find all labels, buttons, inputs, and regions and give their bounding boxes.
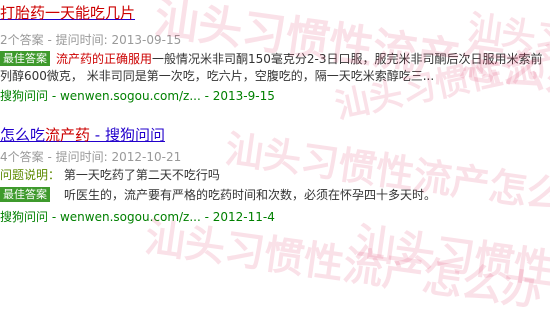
best-answer-row: 最佳答案 听医生的，流产要有严格的吃药时间和次数，必须在怀孕四十多天时。 — [0, 187, 550, 204]
result-source: 搜狗问问 - wenwen.sogou.com/z... - 2012-11-4 — [0, 210, 275, 224]
question-description: 问题说明： 第一天吃药了第二天不吃行吗 — [0, 167, 550, 184]
source-name[interactable]: 搜狗问问 — [0, 89, 48, 103]
title-text: 打胎药一天能吃几片 — [0, 4, 136, 22]
asked-date: 2012-10-21 — [111, 150, 182, 164]
source-url[interactable]: wenwen.sogou.com/z... — [60, 89, 201, 103]
result-card: 打胎药一天能吃几片 2个答案 - 提问时间: 2013-09-15 最佳答案 流产… — [0, 2, 550, 105]
answer-count: 2个答案 — [0, 33, 44, 47]
question-label: 问题说明： — [0, 168, 61, 182]
asked-label: 提问时间: — [55, 33, 108, 47]
result-title-link[interactable]: 怎么吃流产药 - 搜狗问问 — [0, 124, 550, 146]
title-highlight: 流产药 — [45, 126, 91, 144]
result-title-link[interactable]: 打胎药一天能吃几片 — [0, 2, 550, 24]
search-results: 打胎药一天能吃几片 2个答案 - 提问时间: 2013-09-15 最佳答案 流产… — [0, 0, 550, 226]
source-date: 2013-9-15 — [212, 89, 275, 103]
question-text: 第一天吃药了第二天不吃行吗 — [63, 168, 220, 182]
asked-label: 提问时间: — [55, 150, 108, 164]
source-url[interactable]: wenwen.sogou.com/z... — [60, 210, 201, 224]
result-snippet: 最佳答案 流产药的正确服用一般情况米非司酮150毫克分2-3日口服，服完米非司酮后… — [0, 51, 550, 85]
source-name[interactable]: 搜狗问问 — [0, 210, 48, 224]
answer-text: 听医生的，流产要有严格的吃药时间和次数，必须在怀孕四十多天时。 — [64, 188, 437, 202]
asked-date: 2013-09-15 — [111, 33, 182, 47]
watermark-text: 汕头习惯性流产怎么办 — [352, 219, 550, 322]
title-text-part: - 搜狗问问 — [90, 126, 165, 144]
best-answer-badge: 最佳答案 — [0, 51, 50, 66]
title-text-part: 怎么吃 — [0, 126, 46, 144]
result-meta: 2个答案 - 提问时间: 2013-09-15 — [0, 33, 182, 47]
result-card: 怎么吃流产药 - 搜狗问问 4个答案 - 提问时间: 2012-10-21 问题… — [0, 124, 550, 226]
source-date: 2012-11-4 — [212, 210, 275, 224]
snippet-highlight: 流产药的正确服用 — [56, 52, 153, 66]
result-source: 搜狗问问 - wenwen.sogou.com/z... - 2013-9-15 — [0, 89, 275, 103]
result-meta: 4个答案 - 提问时间: 2012-10-21 — [0, 150, 182, 164]
answer-count: 4个答案 — [0, 150, 44, 164]
best-answer-badge: 最佳答案 — [0, 187, 50, 202]
